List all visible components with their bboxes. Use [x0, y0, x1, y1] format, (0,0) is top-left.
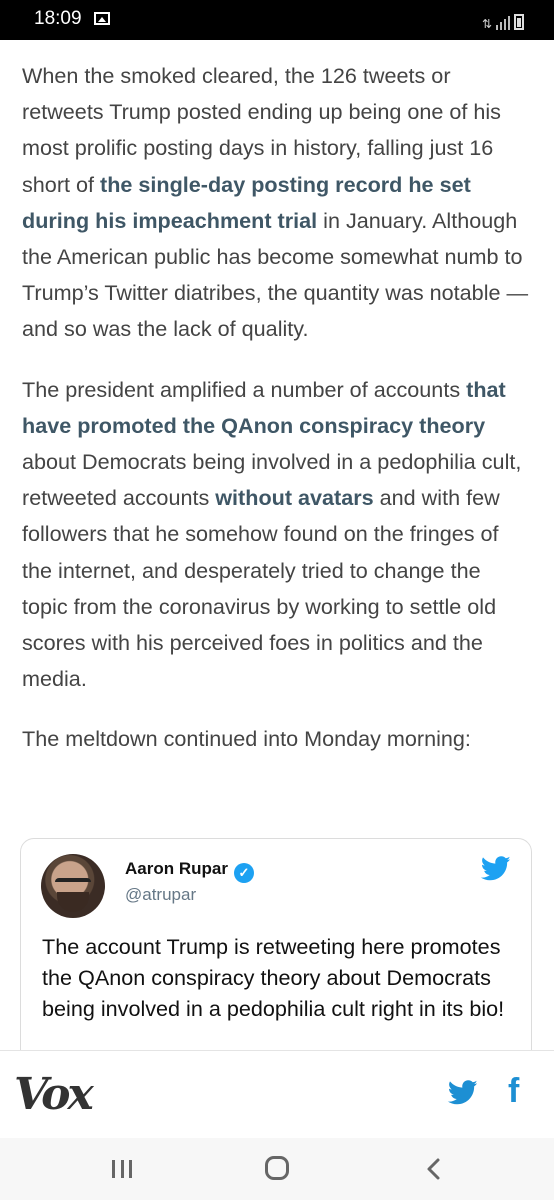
- author-name-text: Aaron Rupar: [125, 859, 228, 878]
- status-bar: 18:09 ⇅: [0, 0, 554, 40]
- status-icons: ⇅: [482, 10, 524, 30]
- paragraph-1: When the smoked cleared, the 126 tweets …: [22, 58, 532, 348]
- battery-icon: [514, 14, 524, 30]
- status-time: 18:09: [34, 8, 82, 29]
- vox-footer-bar: Vox f: [0, 1050, 554, 1138]
- paragraph-2: The president amplified a number of acco…: [22, 372, 532, 698]
- paragraph-text: and with few followers that he somehow f…: [22, 485, 500, 692]
- avatar[interactable]: [41, 854, 105, 918]
- recent-apps-icon[interactable]: [112, 1160, 132, 1178]
- embedded-tweet[interactable]: Aaron Rupar ✓ @atrupar The account Trump …: [20, 838, 532, 1078]
- gallery-icon: [94, 12, 110, 25]
- verified-badge-icon: ✓: [233, 863, 254, 883]
- tweet-author-name[interactable]: Aaron Rupar ✓: [125, 859, 254, 883]
- paragraph-3: The meltdown continued into Monday morni…: [22, 726, 471, 752]
- twitter-bird-icon[interactable]: [479, 853, 513, 883]
- signal-icon: [496, 16, 510, 30]
- tweet-handle[interactable]: @atrupar: [125, 885, 196, 905]
- twitter-share-icon[interactable]: [446, 1077, 480, 1107]
- link-without-avatars[interactable]: without avatars: [215, 485, 373, 510]
- facebook-share-icon[interactable]: f: [508, 1071, 519, 1111]
- glasses-shape: [55, 878, 91, 892]
- vox-logo[interactable]: Vox: [14, 1067, 94, 1123]
- article-body: When the smoked cleared, the 126 tweets …: [22, 58, 532, 758]
- beard-shape: [57, 892, 89, 912]
- tweet-text: The account Trump is retweeting here pro…: [42, 934, 505, 1021]
- data-icon: ⇅: [481, 17, 492, 31]
- home-icon[interactable]: [265, 1156, 289, 1180]
- back-icon[interactable]: [423, 1157, 445, 1181]
- android-nav-bar: [0, 1138, 554, 1200]
- paragraph-text: The president amplified a number of acco…: [22, 376, 467, 402]
